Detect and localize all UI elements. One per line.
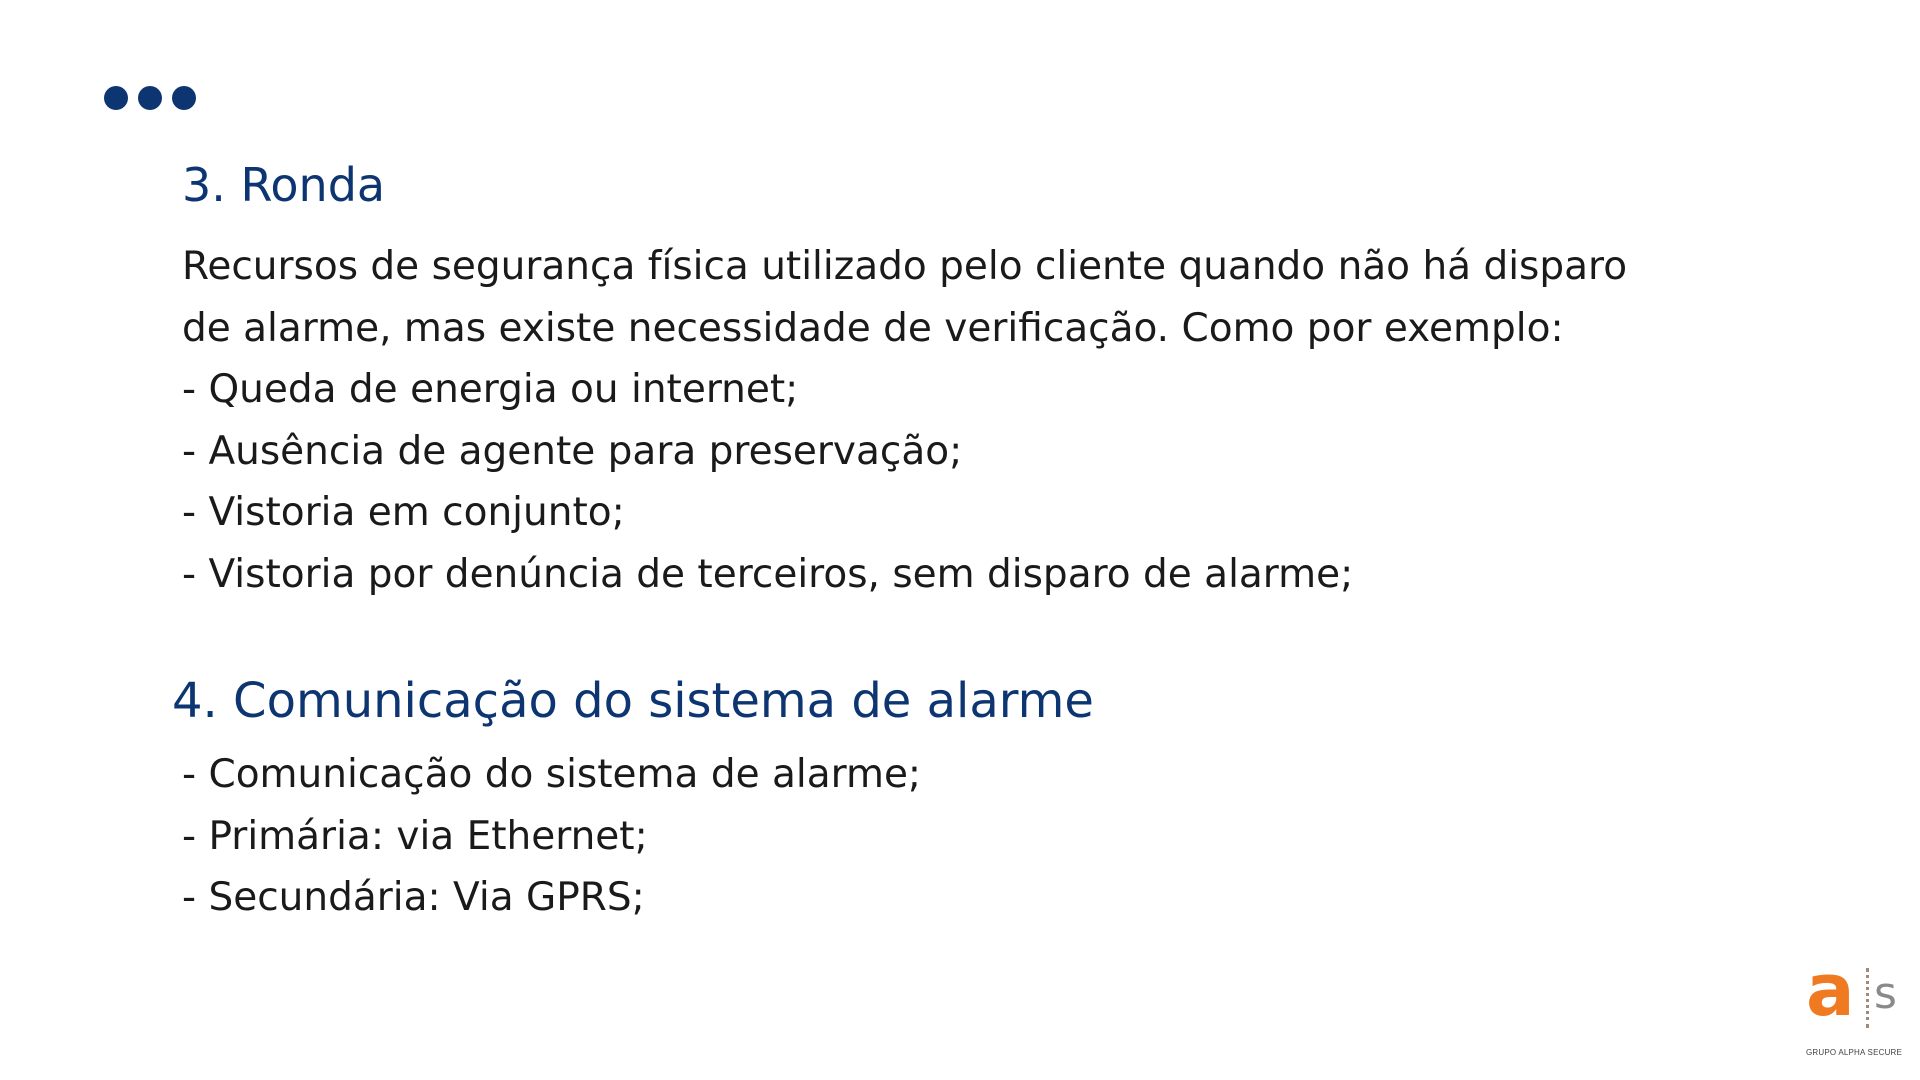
section-title-comunicacao: 4. Comunicação do sistema de alarme xyxy=(172,673,1094,729)
ronda-line: de alarme, mas existe necessidade de ver… xyxy=(182,305,1564,351)
comunicacao-list-item: - Secundária: Via GPRS; xyxy=(182,875,645,920)
dot-icon xyxy=(104,86,128,110)
ronda-list-item: - Vistoria por denúncia de terceiros, se… xyxy=(182,551,1354,597)
ronda-body: Recursos de segurança física utilizado p… xyxy=(182,236,1762,605)
logo-separator xyxy=(1866,968,1869,1028)
logo-caption: GRUPO ALPHA SECURE xyxy=(1806,1048,1903,1057)
ronda-list-item: - Queda de energia ou internet; xyxy=(182,367,799,412)
slide: 3. Ronda Recursos de segurança física ut… xyxy=(0,0,1920,1080)
comunicacao-list-item: - Comunicação do sistema de alarme; xyxy=(182,752,922,797)
comunicacao-list: - Comunicação do sistema de alarme; - Pr… xyxy=(182,744,921,929)
ronda-line: Recursos de segurança física utilizado p… xyxy=(182,244,1628,289)
comunicacao-list-item: - Primária: via Ethernet; xyxy=(182,813,648,859)
ronda-list-item: - Ausência de agente para preservação; xyxy=(182,428,963,474)
dot-icon xyxy=(138,86,162,110)
section-title-ronda: 3. Ronda xyxy=(182,158,386,212)
logo-letter-s: s xyxy=(1874,968,1897,1019)
dot-icon xyxy=(172,86,196,110)
menu-dots-icon xyxy=(104,86,196,110)
alpha-secure-logo: a s GRUPO ALPHA SECURE xyxy=(1804,954,1904,1060)
logo-letter-a: a xyxy=(1806,948,1855,1032)
ronda-list-item: - Vistoria em conjunto; xyxy=(182,490,625,535)
